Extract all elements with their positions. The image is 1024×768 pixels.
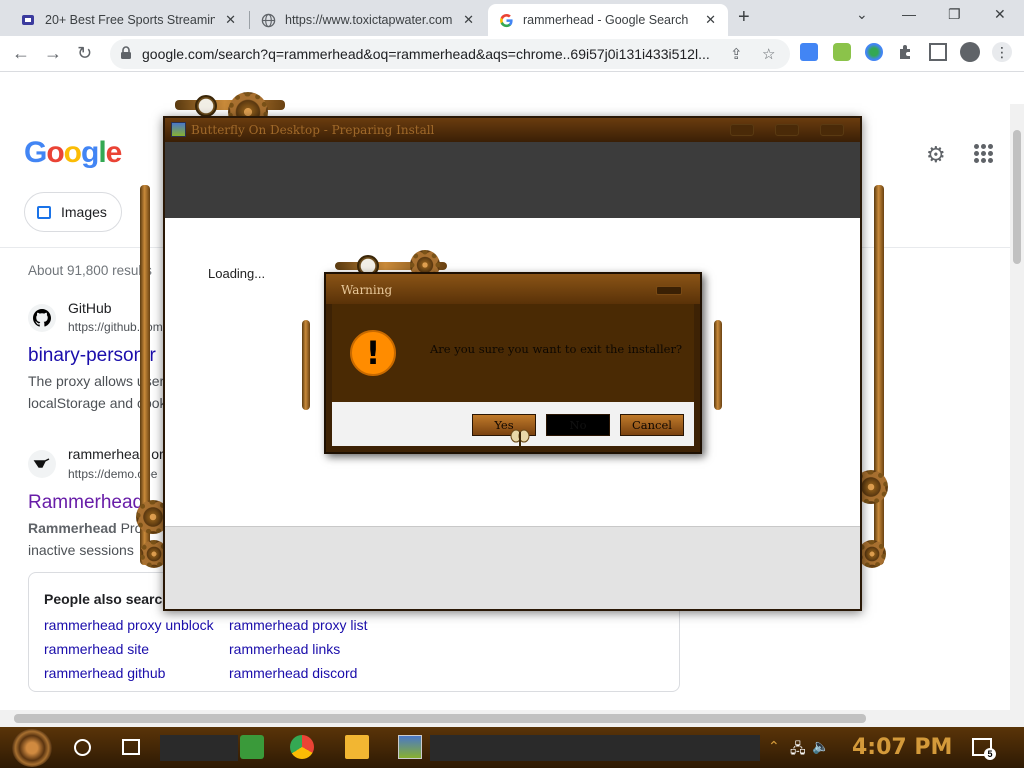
scroll-thumb[interactable] [1013,130,1021,264]
extension-docs-icon[interactable] [800,43,818,61]
tab-label: https://www.toxictapwater.com [285,13,453,27]
snippet-bold: Rammerhead [28,520,117,536]
result-site-name: GitHub [68,300,112,316]
close-icon[interactable]: ✕ [463,12,474,28]
loading-text: Loading... [208,266,266,281]
close-icon[interactable] [820,124,844,136]
bookmark-star-icon[interactable]: ☆ [762,45,775,63]
dialog-message: Are you sure you want to exit the instal… [430,342,683,356]
tab-toxictapwater[interactable]: https://www.toxictapwater.com ✕ [250,4,486,36]
volume-muted-icon[interactable]: 🔈 [812,738,829,755]
reload-icon[interactable]: ↻ [77,43,92,64]
images-filter-chip[interactable]: Images [24,192,122,232]
chip-label: Images [61,204,107,220]
close-icon[interactable]: ✕ [705,12,716,28]
cancel-button[interactable]: Cancel [620,414,684,436]
tab-strip: 20+ Best Free Sports Streaming ✕ https:/… [0,0,1024,36]
dialog-body: ! Are you sure you want to exit the inst… [332,304,694,402]
menu-kebab-icon[interactable]: ⋮ [992,42,1012,62]
decor-pipe [874,185,884,565]
minimize-icon[interactable]: — [902,6,916,22]
url-text: google.com/search?q=rammerhead&oq=rammer… [142,46,710,62]
tab-label: 20+ Best Free Sports Streaming [45,13,215,27]
taskbar-slot [430,735,760,761]
chrome-app-icon[interactable] [290,735,314,759]
google-apps-icon[interactable] [974,144,993,163]
exit-warning-dialog: Warning ! Are you sure you want to exit … [324,272,702,454]
github-icon [28,304,56,332]
decor-gauge [195,95,217,117]
installer-banner [165,142,860,218]
result-title-link[interactable]: Rammerhead [28,492,143,514]
close-icon[interactable]: ✕ [225,12,236,28]
horizontal-scrollbar[interactable] [0,710,1024,727]
share-icon[interactable]: ⇪ [730,45,743,63]
task-view-icon[interactable] [122,739,140,755]
installer-footer [165,526,860,609]
installer-app-icon [171,122,186,137]
result-snippet: inactive sessions [28,542,134,558]
network-icon[interactable]: 🖧 [790,738,806,762]
installer-title: Butterfly On Desktop - Preparing Install [191,123,435,137]
minimize-icon[interactable] [730,124,754,136]
start-button-icon[interactable] [12,729,52,767]
extensions-puzzle-icon[interactable] [897,43,915,61]
new-tab-button[interactable]: + [738,6,750,29]
settings-gear-icon[interactable]: ⚙ [926,142,946,168]
result-snippet: Rammerhead Pro [28,520,142,536]
tab-search-chevron-icon[interactable]: ⌄ [856,6,868,23]
result-stats: About 91,800 results [28,263,152,278]
extension-globe-icon[interactable] [865,43,883,61]
no-button[interactable]: No [546,414,610,436]
restore-icon[interactable]: ❐ [948,6,961,23]
tab-google-search[interactable]: rammerhead - Google Search ✕ [488,4,728,36]
window-close-icon[interactable]: ✕ [994,6,1006,23]
forward-arrow-icon[interactable]: → [44,43,62,64]
extension-lock-icon[interactable] [833,43,851,61]
maximize-icon[interactable] [775,124,799,136]
tray-chevron-icon[interactable]: ⌃ [768,738,780,755]
related-search-link[interactable]: rammerhead github [44,665,165,681]
installer-titlebar[interactable]: Butterfly On Desktop - Preparing Install [165,118,860,142]
side-panel-icon[interactable] [929,43,947,61]
close-icon[interactable] [656,286,682,295]
image-icon [37,205,51,219]
related-search-link[interactable]: rammerhead proxy unblock [44,617,214,633]
globe-icon [260,12,276,28]
people-also-search-title: People also search [44,591,171,607]
search-circle-icon[interactable] [74,739,91,756]
dialog-title: Warning [341,283,393,297]
file-explorer-icon[interactable] [345,735,369,759]
taskbar-slot [160,735,238,761]
site-logo-icon [28,450,56,478]
taskbar-clock[interactable]: 4:07 PM [852,735,952,760]
notification-count-badge: 5 [984,748,996,760]
related-search-link[interactable]: rammerhead links [229,641,340,657]
google-logo[interactable]: Google [24,136,122,170]
vertical-scrollbar[interactable] [1010,104,1024,710]
decor-gear [858,540,886,568]
sheets-app-icon[interactable] [240,735,264,759]
related-search-link[interactable]: rammerhead site [44,641,149,657]
address-bar[interactable]: google.com/search?q=rammerhead&oq=rammer… [110,39,790,69]
lock-icon [120,46,132,65]
exclamation-warning-icon: ! [350,330,396,376]
scroll-thumb[interactable] [14,714,866,723]
dialog-titlebar[interactable]: Warning [326,274,700,304]
installer-app-icon[interactable] [398,735,422,759]
related-search-link[interactable]: rammerhead discord [229,665,357,681]
tab-sports-streaming[interactable]: 20+ Best Free Sports Streaming ✕ [10,4,248,36]
decor-pipe [302,320,310,410]
result-title-link[interactable]: binary-person/r [28,345,156,367]
tab-label: rammerhead - Google Search [523,13,689,27]
profile-avatar-icon[interactable] [960,42,980,62]
back-arrow-icon[interactable]: ← [12,43,30,64]
site-shield-icon [20,12,36,28]
butterfly-cursor-icon [510,428,530,452]
decor-pipe [714,320,722,410]
google-g-icon [498,12,514,28]
related-search-link[interactable]: rammerhead proxy list [229,617,368,633]
